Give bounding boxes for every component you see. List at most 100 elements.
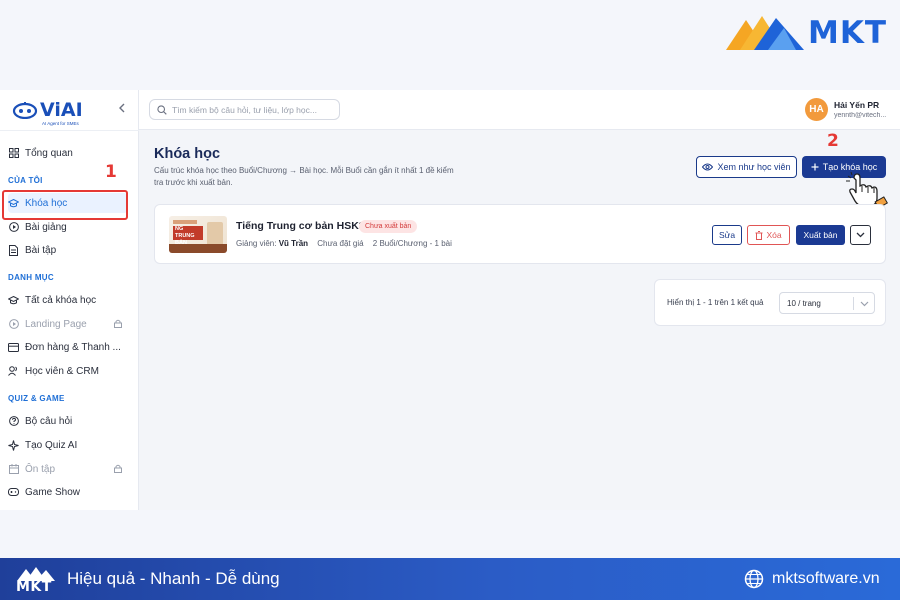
user-email: yennth@vitech... — [834, 112, 887, 119]
sidebar-item-review[interactable]: Ôn tập — [8, 459, 128, 479]
sidebar: ViAI AI Agent for SMEs Tổng quan CỦA TÔI… — [0, 90, 139, 510]
search-input[interactable] — [172, 104, 337, 115]
footer-website[interactable]: mktsoftware.vn — [744, 569, 880, 589]
card-icon — [8, 342, 19, 353]
page-description: Cấu trúc khóa học theo Buổi/Chương → Bài… — [154, 166, 454, 187]
sidebar-item-landing-page[interactable]: Landing Page — [8, 314, 128, 334]
play-circle-icon — [8, 222, 19, 233]
sidebar-item-orders[interactable]: Đơn hàng & Thanh ... — [8, 337, 128, 357]
page-size-select[interactable]: 10 / trang — [779, 292, 875, 314]
lock-icon — [114, 319, 122, 328]
section-label-mine: CỦA TÔI — [8, 176, 43, 185]
top-banner: MKT — [0, 0, 900, 90]
lock-icon — [114, 464, 122, 473]
sidebar-item-label: Đơn hàng & Thanh ... — [25, 341, 121, 353]
footer-website-label: mktsoftware.vn — [772, 570, 880, 587]
plus-icon — [811, 163, 819, 171]
select-divider — [853, 297, 854, 310]
publish-button[interactable]: Xuất bản — [796, 225, 845, 245]
create-course-label: Tạo khóa học — [822, 162, 878, 172]
course-price: Chưa đặt giá — [317, 239, 364, 248]
sidebar-item-label: Tạo Quiz AI — [25, 439, 78, 451]
search-icon — [157, 104, 167, 115]
grid-icon — [8, 148, 19, 159]
sidebar-item-label: Tổng quan — [25, 147, 73, 159]
footer-slogan: Hiệu quả - Nhanh - Dễ dùng — [67, 569, 280, 588]
help-circle-icon — [8, 416, 19, 427]
collapse-sidebar-button[interactable] — [115, 102, 129, 116]
delete-button[interactable]: Xóa — [747, 225, 790, 245]
publish-label: Xuất bản — [803, 230, 838, 240]
page-title: Khóa học — [154, 146, 221, 162]
step-number-2: 2 — [827, 131, 839, 151]
instructor-label: Giảng viên: — [236, 239, 277, 248]
avatar: HA — [805, 98, 828, 121]
footer-logo: MKT — [14, 566, 56, 595]
section-label-quiz: QUIZ & GAME — [8, 394, 65, 403]
sidebar-divider — [0, 130, 139, 131]
user-name: Hải Yến PR — [834, 100, 880, 110]
chevron-down-icon — [860, 301, 869, 307]
thumb-base — [169, 244, 227, 253]
sidebar-item-label: Landing Page — [25, 318, 87, 330]
sidebar-item-label: Bộ câu hỏi — [25, 415, 73, 427]
sidebar-item-students-crm[interactable]: Học viên & CRM — [8, 361, 128, 381]
topbar: HA Hải Yến PR yennth@vitech... — [139, 90, 900, 130]
sidebar-item-label: Tất cả khóa học — [25, 294, 97, 306]
sidebar-item-all-courses[interactable]: Tất cả khóa học — [8, 290, 128, 310]
highlight-box-step1 — [2, 190, 128, 220]
course-meta: Giảng viên: Vũ Trần Chưa đặt giá 2 Buổi/… — [236, 239, 452, 248]
course-structure: 2 Buổi/Chương - 1 bài — [372, 239, 452, 248]
trash-icon — [755, 230, 763, 240]
calendar-icon — [8, 464, 19, 475]
edit-button[interactable]: Sửa — [712, 225, 742, 245]
sidebar-item-label: Bài tập — [25, 244, 57, 256]
gamepad-icon — [8, 487, 19, 498]
search-box — [149, 99, 340, 120]
play-circle-icon — [8, 319, 19, 330]
course-card: NG TRUNG BẢN HSK3 Tiếng Trung cơ bản HSK… — [154, 204, 886, 264]
sidebar-item-overview[interactable]: Tổng quan — [8, 143, 128, 163]
view-as-student-label: Xem như học viên — [717, 162, 791, 172]
sidebar-item-lectures[interactable]: Bài giảng — [8, 217, 128, 237]
sidebar-item-exercises[interactable]: Bài tập — [8, 240, 128, 260]
delete-label: Xóa — [766, 230, 782, 240]
chevron-down-icon — [856, 232, 865, 238]
section-label-catalog: DANH MỤC — [8, 273, 54, 282]
more-options-button[interactable] — [850, 225, 871, 245]
pagination-panel: Hiển thị 1 - 1 trên 1 kết quả 10 / trang — [654, 279, 886, 326]
eye-icon — [702, 163, 714, 171]
document-icon — [8, 244, 19, 256]
sidebar-item-label: Bài giảng — [25, 221, 67, 233]
brand: ViAI AI Agent for SMEs — [12, 99, 92, 127]
step-number-1: 1 — [105, 162, 117, 182]
sidebar-item-label: Game Show — [25, 486, 81, 498]
chevron-left-icon — [119, 103, 125, 113]
course-name[interactable]: Tiếng Trung cơ bản HSK3 — [236, 220, 365, 232]
view-as-student-button[interactable]: Xem như học viên — [696, 156, 797, 178]
page-size-value: 10 / trang — [787, 298, 821, 308]
footer-banner: MKT Hiệu quả - Nhanh - Dễ dùng mktsoftwa… — [0, 558, 900, 600]
globe-icon — [744, 569, 764, 589]
sparkle-icon — [8, 439, 19, 451]
pagination-summary: Hiển thị 1 - 1 trên 1 kết quả — [667, 298, 764, 307]
brand-tagline: AI Agent for SMEs — [42, 121, 79, 126]
user-menu[interactable]: HA Hải Yến PR yennth@vitech... — [805, 97, 900, 123]
instructor-name: Vũ Trần — [278, 239, 309, 248]
thumb-title: NG TRUNG BẢN HSK3 — [173, 226, 203, 253]
sidebar-item-game-show[interactable]: Game Show — [8, 482, 128, 502]
graduation-cap-icon — [8, 295, 19, 306]
sidebar-item-question-bank[interactable]: Bộ câu hỏi — [8, 411, 128, 431]
mkt-logo: MKT — [724, 12, 888, 52]
mkt-mountain-icon — [726, 16, 804, 50]
footer-wordmark: MKT — [16, 579, 52, 595]
sidebar-item-label: Ôn tập — [25, 463, 56, 475]
sidebar-item-create-quiz-ai[interactable]: Tạo Quiz AI — [8, 435, 128, 455]
brand-name: ViAI — [40, 99, 83, 121]
edit-label: Sửa — [718, 230, 736, 240]
sidebar-item-label: Học viên & CRM — [25, 365, 99, 377]
pointer-hand-icon — [846, 172, 888, 208]
thumb-stripe — [173, 220, 197, 224]
status-badge: Chưa xuất bản — [359, 220, 418, 233]
robot-logo-icon — [12, 102, 38, 119]
